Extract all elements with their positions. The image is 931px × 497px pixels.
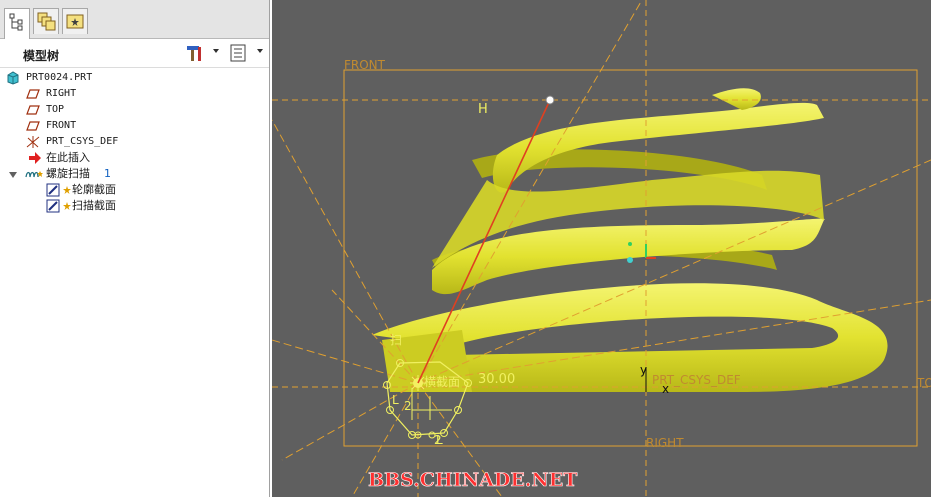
helical-sweep-icon xyxy=(25,171,43,178)
graphics-canvas[interactable]: L L 2 2 y x FRONT RIGHT TO PRT_CSYS_DEF … xyxy=(272,0,931,497)
tools-icon xyxy=(187,46,201,61)
sketch-section-icon xyxy=(46,183,60,197)
tree-item-right[interactable]: RIGHT xyxy=(26,86,226,102)
plane-label-front[interactable]: FRONT xyxy=(344,58,386,72)
datum-plane-icon xyxy=(26,89,40,99)
dimension-prefix: 横截面 xyxy=(424,375,460,389)
tree-item-sweep-section[interactable]: 扫描截面 xyxy=(46,198,246,214)
sketch-label: 扫 xyxy=(390,333,402,347)
tree-header: 模型树 xyxy=(0,39,269,68)
tree-item-csys[interactable]: PRT_CSYS_DEF xyxy=(26,134,226,150)
modified-star-icon xyxy=(63,202,71,210)
expand-triangle-icon[interactable] xyxy=(8,170,18,180)
tree-item-front[interactable]: FRONT xyxy=(26,118,226,134)
tree-item-root[interactable]: PRT0024.PRT xyxy=(6,70,246,86)
modified-star-icon xyxy=(63,186,71,194)
spring-end-cap xyxy=(712,88,761,110)
coordinate-system-icon xyxy=(26,136,40,148)
model-tree-icon xyxy=(9,13,23,31)
tree-item-helical-sweep[interactable]: 螺旋扫描 1 xyxy=(8,166,248,182)
navigator-tab-bar xyxy=(0,0,269,39)
csys-origin-marker xyxy=(627,257,633,263)
tree-item-insert-here[interactable]: 在此插入 xyxy=(28,150,228,166)
csys-marker xyxy=(628,242,632,246)
tab-favorites[interactable] xyxy=(62,8,88,34)
tab-model-tree[interactable] xyxy=(4,8,30,39)
insert-here-arrow-icon xyxy=(29,152,41,164)
datum-plane-icon xyxy=(26,105,40,115)
tree-settings-dropdown-icon[interactable] xyxy=(213,49,219,53)
constraint-label: 2 xyxy=(404,399,412,413)
part-icon xyxy=(7,71,19,85)
dimension-value[interactable]: 30.00 xyxy=(478,372,515,387)
constraint-label: L xyxy=(392,393,399,407)
tree-item-top[interactable]: TOP xyxy=(26,102,226,118)
tree-item-profile-section[interactable]: 轮廓截面 xyxy=(46,182,246,198)
constraint-label: 2 xyxy=(434,433,442,447)
tree-show-button[interactable] xyxy=(228,43,250,63)
plane-label-top[interactable]: TO xyxy=(916,376,931,390)
favorites-folder-icon xyxy=(66,14,84,29)
tree-show-dropdown-icon[interactable] xyxy=(257,49,263,53)
profile-end-point[interactable] xyxy=(545,95,555,105)
layers-icon xyxy=(37,12,56,31)
model-tree-panel: 模型树 PRT0024.PRT RIGHT TOP FRONT PRT_CSYS… xyxy=(0,0,270,497)
watermark-text: BBS.CHINADE.NET xyxy=(368,469,577,491)
tree-settings-button[interactable] xyxy=(184,43,206,63)
spring-geometry[interactable] xyxy=(372,88,888,392)
tree-title: 模型树 xyxy=(23,49,60,63)
plane-label-right[interactable]: RIGHT xyxy=(646,436,684,450)
csys-label[interactable]: PRT_CSYS_DEF xyxy=(652,373,741,387)
tab-layers[interactable] xyxy=(33,8,59,34)
sketch-section-icon xyxy=(46,199,60,213)
graphics-viewport[interactable]: L L 2 2 y x FRONT RIGHT TO PRT_CSYS_DEF … xyxy=(272,0,931,497)
datum-plane-icon xyxy=(26,121,40,131)
list-columns-icon xyxy=(230,44,246,62)
axis-label-h: H xyxy=(478,102,488,117)
